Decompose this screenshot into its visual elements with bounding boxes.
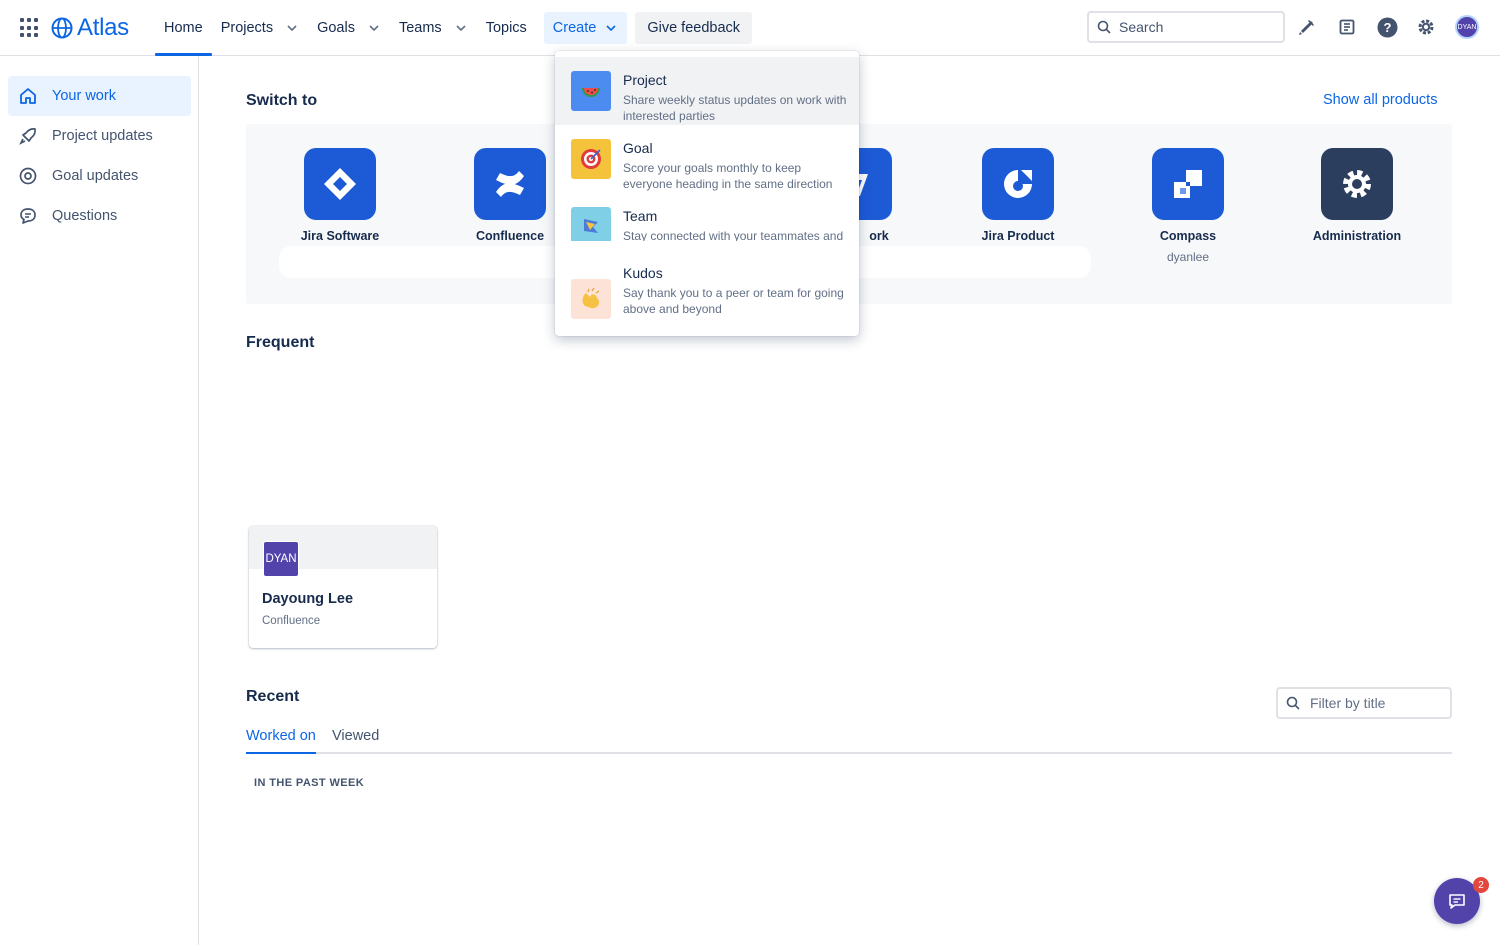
- nav-goals[interactable]: Goals: [308, 12, 390, 44]
- menu-item-title: Team: [623, 208, 658, 224]
- chevron-down-icon: [369, 25, 379, 32]
- frequent-card[interactable]: DYAN Dayoung Lee Confluence: [249, 526, 437, 648]
- nav-home-label: Home: [164, 20, 203, 36]
- recent-tabs: Worked on Viewed: [246, 728, 1452, 754]
- logo-text: Atlas: [77, 14, 129, 41]
- jira-product-icon: [982, 148, 1054, 220]
- menu-item-description: Stay connected with your teammates and g…: [623, 229, 844, 241]
- menu-item-title: Project: [623, 72, 667, 88]
- nav-goals-label: Goals: [317, 20, 355, 36]
- nav-teams[interactable]: Teams: [390, 12, 477, 44]
- menu-item-description: Score your goals monthly to keep everyon…: [623, 161, 833, 191]
- menu-item-team[interactable]: Team Stay connected with your teammates …: [555, 193, 859, 241]
- filter-by-title-input[interactable]: Filter by title: [1276, 687, 1452, 719]
- sidebar-item-goal-updates[interactable]: Goal updates: [8, 156, 191, 196]
- profile-avatar[interactable]: DYAN: [1455, 15, 1479, 39]
- svg-text:?: ?: [1383, 20, 1391, 35]
- product-name: Jira Product: [981, 229, 1055, 243]
- menu-item-kudos[interactable]: Kudos Say thank you to a peer or team fo…: [555, 261, 859, 336]
- menu-item-project[interactable]: Project Share weekly status updates on w…: [555, 57, 859, 125]
- frequent-heading: Frequent: [246, 334, 315, 351]
- create-button[interactable]: Create: [543, 12, 628, 44]
- avatar: DYAN: [263, 541, 299, 577]
- jira-software-icon: [304, 148, 376, 220]
- rocket-icon: [18, 126, 38, 146]
- chevron-down-icon: [287, 25, 297, 32]
- search-input[interactable]: Search: [1087, 11, 1285, 43]
- nav-projects[interactable]: Projects: [212, 12, 308, 44]
- menu-item-goal[interactable]: Goal Score your goals monthly to keep ev…: [555, 125, 859, 193]
- administration-gear-icon: [1321, 148, 1393, 220]
- target-icon: [18, 166, 38, 186]
- dartboard-icon: [571, 139, 611, 179]
- chat-icon: [1449, 894, 1465, 909]
- chevron-down-icon: [456, 25, 466, 32]
- sidebar-item-label: Goal updates: [52, 168, 139, 184]
- top-navigation-bar: Atlas Home Projects Goals Teams Topics C…: [0, 0, 1500, 56]
- sidebar-item-questions[interactable]: Questions: [8, 196, 191, 236]
- team-flag-icon: [571, 207, 611, 241]
- show-all-products-link[interactable]: Show all products: [1323, 92, 1437, 108]
- atlas-globe-icon: [51, 17, 73, 39]
- home-icon: [18, 86, 38, 106]
- search-placeholder: Search: [1119, 19, 1164, 35]
- whats-new-icon[interactable]: [1336, 16, 1358, 38]
- nav-projects-label: Projects: [220, 20, 274, 36]
- nav-topics[interactable]: Topics: [477, 12, 536, 44]
- sidebar-item-label: Project updates: [52, 128, 153, 144]
- notification-badge: 2: [1473, 877, 1489, 893]
- app-switcher-icon[interactable]: [20, 18, 40, 38]
- menu-item-description: Share weekly status updates on work with…: [623, 93, 847, 123]
- switch-to-heading: Switch to: [246, 92, 318, 109]
- card-product: Confluence: [262, 615, 321, 627]
- search-icon: [1286, 696, 1300, 710]
- card-title: Dayoung Lee: [262, 591, 354, 607]
- give-feedback-button[interactable]: Give feedback: [635, 12, 753, 44]
- menu-item-title: Goal: [623, 140, 653, 156]
- product-compass[interactable]: Compass dyanlee: [1123, 148, 1253, 264]
- give-feedback-label: Give feedback: [647, 20, 741, 36]
- watermelon-icon: [571, 71, 611, 111]
- sidebar-item-label: Questions: [52, 208, 118, 224]
- filter-placeholder: Filter by title: [1310, 695, 1386, 711]
- recent-heading: Recent: [246, 688, 300, 705]
- sidebar-item-your-work[interactable]: Your work: [8, 76, 191, 116]
- help-icon[interactable]: ?: [1376, 16, 1398, 38]
- clapping-hands-icon: [571, 279, 611, 319]
- product-administration[interactable]: Administration: [1292, 148, 1422, 243]
- chat-bubble-icon: [18, 206, 38, 226]
- primary-nav: Home Projects Goals Teams Topics Create …: [155, 12, 753, 56]
- chevron-down-icon: [606, 25, 616, 32]
- product-jira-software[interactable]: Jira Software: [275, 148, 405, 243]
- menu-item-description: Say thank you to a peer or team for goin…: [623, 286, 844, 316]
- sidebar-item-label: Your work: [52, 88, 116, 104]
- nav-home[interactable]: Home: [155, 12, 212, 56]
- create-button-label: Create: [552, 20, 597, 36]
- nav-teams-label: Teams: [398, 20, 442, 36]
- search-icon: [1097, 20, 1111, 34]
- product-name: Compass: [1159, 229, 1217, 243]
- confluence-icon: [474, 148, 546, 220]
- settings-gear-icon[interactable]: [1415, 16, 1437, 38]
- create-dropdown-menu: Project Share weekly status updates on w…: [555, 51, 859, 336]
- product-name: Jira Software: [300, 229, 380, 243]
- nav-topics-label: Topics: [485, 20, 527, 36]
- compass-icon: [1152, 148, 1224, 220]
- atlas-logo[interactable]: Atlas: [51, 14, 129, 42]
- product-jira-product[interactable]: Jira Product: [953, 148, 1083, 243]
- sidebar-item-project-updates[interactable]: Project updates: [8, 116, 191, 156]
- sidebar: Your work Project updates Goal updates Q…: [0, 56, 199, 945]
- product-name: Administration: [1312, 229, 1402, 243]
- tab-viewed[interactable]: Viewed: [332, 728, 379, 754]
- notifications-icon[interactable]: [1296, 16, 1318, 38]
- tab-worked-on[interactable]: Worked on: [246, 728, 316, 754]
- menu-item-title: Kudos: [623, 265, 663, 281]
- product-site: dyanlee: [1166, 250, 1210, 264]
- profile-avatar-initials: DYAN: [1457, 23, 1477, 31]
- recent-group-label: IN THE PAST WEEK: [254, 777, 365, 789]
